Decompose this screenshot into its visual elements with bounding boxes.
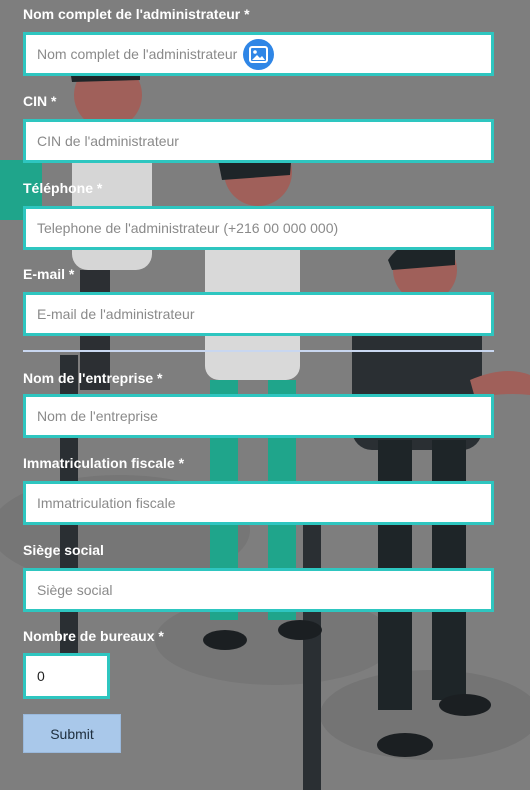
cin-field[interactable] — [23, 119, 494, 163]
company-name-label: Nom de l'entreprise * — [23, 370, 163, 386]
email-input[interactable] — [26, 295, 491, 333]
offices-count-input[interactable] — [26, 656, 107, 696]
headquarters-label: Siège social — [23, 542, 104, 558]
phone-field[interactable] — [23, 206, 494, 250]
company-name-field[interactable] — [23, 394, 494, 438]
headquarters-input[interactable] — [26, 571, 491, 609]
phone-label: Téléphone * — [23, 180, 103, 196]
phone-input[interactable] — [26, 209, 491, 247]
image-icon[interactable] — [243, 39, 274, 70]
tax-id-field[interactable] — [23, 481, 494, 525]
headquarters-field[interactable] — [23, 568, 494, 612]
email-field[interactable] — [23, 292, 494, 336]
offices-count-label: Nombre de bureaux * — [23, 628, 164, 644]
registration-form: Nom complet de l'administrateur * CIN * … — [0, 0, 530, 790]
company-name-input[interactable] — [26, 397, 491, 435]
submit-button[interactable]: Submit — [23, 714, 121, 753]
cin-label: CIN * — [23, 93, 57, 109]
cin-input[interactable] — [26, 122, 491, 160]
section-divider — [23, 350, 494, 352]
tax-id-label: Immatriculation fiscale * — [23, 455, 185, 471]
image-glyph-icon — [249, 46, 268, 63]
admin-name-label: Nom complet de l'administrateur * — [23, 6, 250, 22]
email-label: E-mail * — [23, 266, 75, 282]
offices-count-field[interactable] — [23, 653, 110, 699]
tax-id-input[interactable] — [26, 484, 491, 522]
